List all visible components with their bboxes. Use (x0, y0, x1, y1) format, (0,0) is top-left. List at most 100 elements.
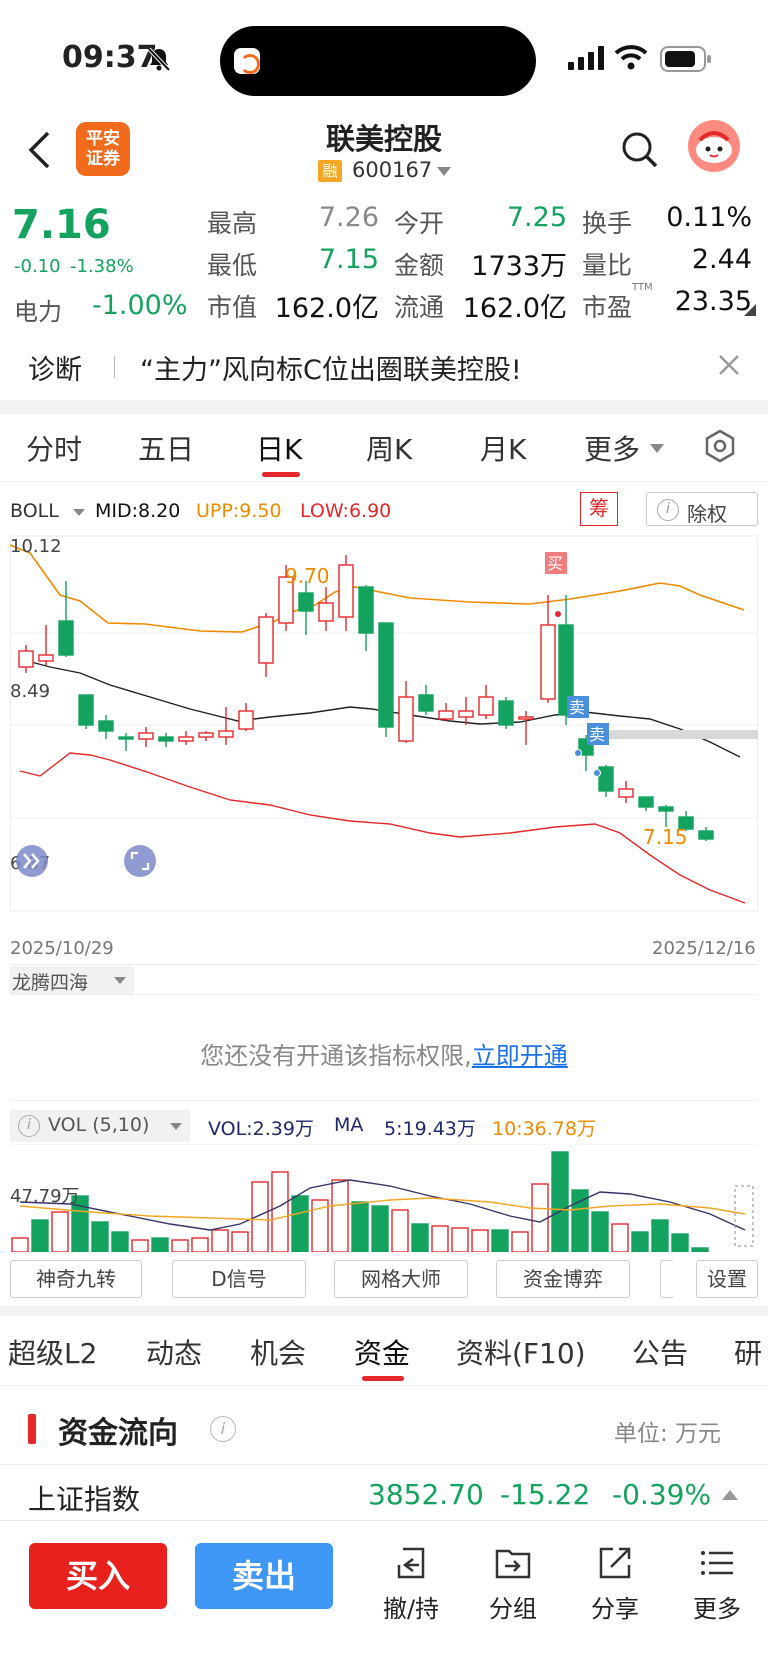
crosshair-price-band (609, 730, 758, 739)
volume-bar (511, 1231, 529, 1252)
grid-master-button[interactable]: 网格大师 (334, 1260, 468, 1298)
margin-tag: 融 (318, 160, 342, 182)
volume-ratio-label: 量比 (582, 251, 633, 280)
index-expand-icon[interactable] (722, 1490, 738, 1500)
nine-turn-button[interactable]: 神奇九转 (10, 1260, 142, 1298)
candle-body (38, 654, 54, 662)
cancel-hold-button[interactable]: 撤/持 (371, 1543, 451, 1624)
boll-indicator-name[interactable]: BOLL (10, 500, 59, 522)
tab-more[interactable]: 更多 (584, 428, 640, 468)
diagnosis-text: “主力”风向标C位出圈联美控股! (140, 355, 522, 386)
fund-flow-info-icon[interactable]: i (210, 1416, 236, 1442)
indicator-dropdown-icon (114, 977, 126, 984)
volume-bar (411, 1223, 429, 1252)
partial-tool-button[interactable] (660, 1260, 674, 1298)
boll-upper-line (10, 544, 745, 633)
candle-body (698, 830, 714, 840)
index-name[interactable]: 上证指数 (28, 1478, 140, 1518)
tab-opportunity[interactable]: 机会 (250, 1332, 306, 1372)
exright-button[interactable]: i 除权 (646, 492, 758, 526)
candle-body (338, 564, 354, 618)
last-price-mark: 7.15 (643, 825, 688, 849)
tab-daily-k[interactable]: 日K (256, 428, 302, 468)
amount-value: 1733万 (471, 251, 567, 282)
active-tab-indicator (262, 472, 300, 477)
volume-bar (91, 1221, 109, 1252)
section-accent-bar (28, 1414, 36, 1444)
tool-settings-button[interactable]: 设置 (696, 1260, 758, 1298)
volume-y-label: 47.79万 (10, 1186, 80, 1207)
volume-bar (491, 1229, 509, 1252)
section-separator (0, 400, 768, 414)
tab-f10[interactable]: 资料(F10) (456, 1332, 586, 1372)
chip-distribution-button[interactable]: 筹 (580, 492, 618, 526)
more-dropdown-icon[interactable] (650, 444, 664, 453)
fullscreen-icon[interactable] (124, 845, 156, 877)
collapse-arrows-icon[interactable] (16, 845, 48, 877)
volume-bar (151, 1237, 169, 1252)
search-icon[interactable] (620, 130, 660, 170)
low-value: 7.15 (318, 244, 379, 275)
turnover-value: 0.11% (666, 202, 752, 233)
more-button[interactable]: 更多 (677, 1543, 757, 1624)
buy-button[interactable]: 买入 (29, 1543, 167, 1609)
d-signal-button[interactable]: D信号 (172, 1260, 306, 1298)
diagnosis-label: 诊断 (28, 355, 82, 386)
y-axis-top-label: 10.12 (10, 536, 62, 557)
candle-body (358, 586, 374, 634)
candle-body (378, 622, 394, 728)
activate-link[interactable]: 立即开通 (472, 1042, 568, 1070)
kline-annotations: 9.70 7.15 买 卖 卖 (285, 552, 758, 849)
sell-button[interactable]: 卖出 (195, 1543, 333, 1609)
code-dropdown-icon[interactable] (437, 167, 451, 176)
volume-selector[interactable]: i VOL (5,10) (10, 1110, 190, 1142)
assistant-face-icon (696, 131, 732, 163)
volume-ratio-value: 2.44 (691, 244, 752, 275)
volume-bar (211, 1229, 229, 1252)
close-icon[interactable] (718, 354, 740, 376)
volume-bar (551, 1151, 569, 1252)
candle-body (178, 736, 194, 742)
share-button[interactable]: 分享 (575, 1543, 655, 1624)
cellular-signal-icon (568, 46, 604, 70)
assistant-avatar[interactable] (688, 120, 740, 172)
sector-label[interactable]: 电力 (14, 292, 62, 327)
stock-code[interactable]: 600167 (352, 158, 432, 182)
tab-announcements[interactable]: 公告 (632, 1332, 688, 1372)
tab-weekly-k[interactable]: 周K (366, 428, 412, 468)
volume-legend: i VOL (5,10) VOL:2.39万 MA 5:19.43万 10:36… (0, 1110, 768, 1144)
tab-monthly-k[interactable]: 月K (480, 428, 526, 468)
status-time: 09:37 (62, 40, 158, 75)
volume-current-cursor (734, 1185, 754, 1247)
menu-list-icon (701, 1551, 733, 1575)
fund-game-button[interactable]: 资金博弈 (496, 1260, 630, 1298)
group-button[interactable]: 分组 (473, 1543, 553, 1624)
tab-news[interactable]: 动态 (146, 1332, 202, 1372)
float-cap-label: 流通 (394, 293, 445, 322)
volume-chart[interactable]: 47.79万 (10, 1144, 758, 1252)
volume-bar (471, 1229, 489, 1252)
index-value: 3852.70 (368, 1478, 484, 1511)
candle-body (598, 766, 614, 792)
candle-body (238, 710, 254, 730)
candle-body (398, 696, 414, 742)
candle-body (258, 616, 274, 664)
date-end-label: 2025/12/16 (652, 938, 756, 959)
tab-research[interactable]: 研 (734, 1332, 762, 1372)
candle-body (218, 730, 234, 738)
candle-body (58, 620, 74, 656)
tab-funds[interactable]: 资金 (354, 1332, 410, 1372)
diagnosis-bar[interactable]: 诊断 “主力”风向标C位出圈联美控股! (0, 330, 768, 398)
settings-gear-icon[interactable] (702, 428, 738, 464)
indicator-selector[interactable]: 龙腾四海 (10, 966, 134, 994)
expand-corner-icon[interactable] (744, 304, 756, 316)
tab-intraday[interactable]: 分时 (26, 428, 82, 468)
sector-change[interactable]: -1.00% (92, 290, 188, 321)
boll-dropdown-icon[interactable] (73, 509, 85, 516)
boll-mid-value: MID:8.20 (95, 500, 181, 522)
volume-bar (111, 1231, 129, 1252)
tab-five-day[interactable]: 五日 (138, 428, 194, 468)
kline-chart[interactable]: 9.70 7.15 买 卖 卖 10.12 8.49 6.87 (10, 535, 758, 935)
boll-legend: BOLL MID:8.20 UPP:9.50 LOW:6.90 筹 i 除权 (0, 484, 768, 534)
tab-super-l2[interactable]: 超级L2 (8, 1332, 97, 1372)
